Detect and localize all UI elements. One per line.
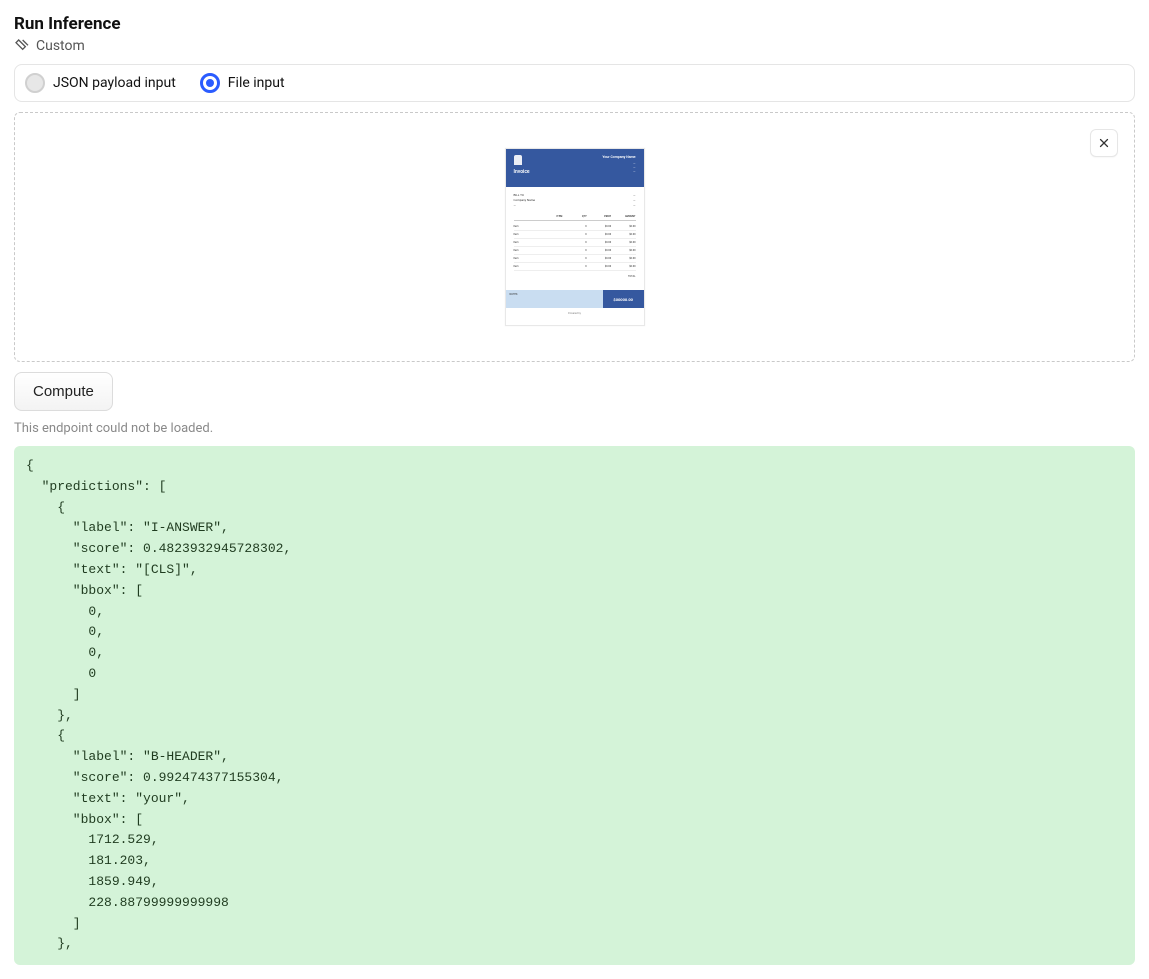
tr-amt: $0.00 <box>611 257 635 260</box>
tr-price: $0.00 <box>587 265 611 268</box>
status-message: This endpoint could not be loaded. <box>14 421 1135 436</box>
subtitle-row: Custom <box>14 38 1135 54</box>
uploaded-file-preview: Invoice Your Company Name — — — BILL TO … <box>505 148 645 326</box>
tr-amt: $0.00 <box>611 265 635 268</box>
input-mode-bar: JSON payload input File input <box>14 64 1135 102</box>
tr-item: Item <box>514 233 563 236</box>
custom-icon <box>14 38 30 54</box>
invoice-title: Invoice <box>514 169 530 175</box>
tr-amt: $0.00 <box>611 233 635 236</box>
tr-item: Item <box>514 225 563 228</box>
compute-button[interactable]: Compute <box>14 372 113 411</box>
th-amt: AMOUNT <box>611 215 635 218</box>
invoice-total-label: TOTAL <box>628 275 636 278</box>
invoice-notes: NOTES <box>506 290 603 308</box>
invoice-grand-total: $00000.00 <box>603 290 644 308</box>
invoice-footer: Powered by <box>506 308 644 317</box>
tr-qty: 0 <box>562 249 586 252</box>
tr-price: $0.00 <box>587 249 611 252</box>
tr-item: Item <box>514 257 563 260</box>
tr-price: $0.00 <box>587 257 611 260</box>
tr-qty: 0 <box>562 257 586 260</box>
tr-price: $0.00 <box>587 233 611 236</box>
close-icon <box>1098 137 1110 149</box>
invoice-company-name: Your Company Name <box>602 155 635 160</box>
tr-qty: 0 <box>562 265 586 268</box>
th-item: ITEM <box>514 215 563 218</box>
tr-amt: $0.00 <box>611 249 635 252</box>
th-qty: QTY <box>562 215 586 218</box>
tr-amt: $0.00 <box>611 241 635 244</box>
radio-file-input[interactable]: File input <box>200 73 285 93</box>
radio-dot <box>25 73 45 93</box>
radio-json-payload[interactable]: JSON payload input <box>25 73 176 93</box>
radio-json-label: JSON payload input <box>53 75 176 91</box>
tr-qty: 0 <box>562 241 586 244</box>
clear-file-button[interactable] <box>1090 129 1118 157</box>
tr-item: Item <box>514 265 563 268</box>
tr-price: $0.00 <box>587 241 611 244</box>
radio-file-label: File input <box>228 75 285 91</box>
tr-item: Item <box>514 241 563 244</box>
file-dropzone[interactable]: Invoice Your Company Name — — — BILL TO … <box>14 112 1135 362</box>
th-price: PRICE <box>587 215 611 218</box>
tr-item: Item <box>514 249 563 252</box>
page-title: Run Inference <box>14 14 1135 34</box>
tr-qty: 0 <box>562 233 586 236</box>
radio-dot <box>200 73 220 93</box>
invoice-company-label: Company Name <box>514 198 535 202</box>
invoice-bill-to: BILL TO <box>514 193 535 197</box>
subtitle-text: Custom <box>36 38 85 54</box>
tr-qty: 0 <box>562 225 586 228</box>
result-output: { "predictions": [ { "label": "I-ANSWER"… <box>14 446 1135 965</box>
tr-price: $0.00 <box>587 225 611 228</box>
tr-amt: $0.00 <box>611 225 635 228</box>
